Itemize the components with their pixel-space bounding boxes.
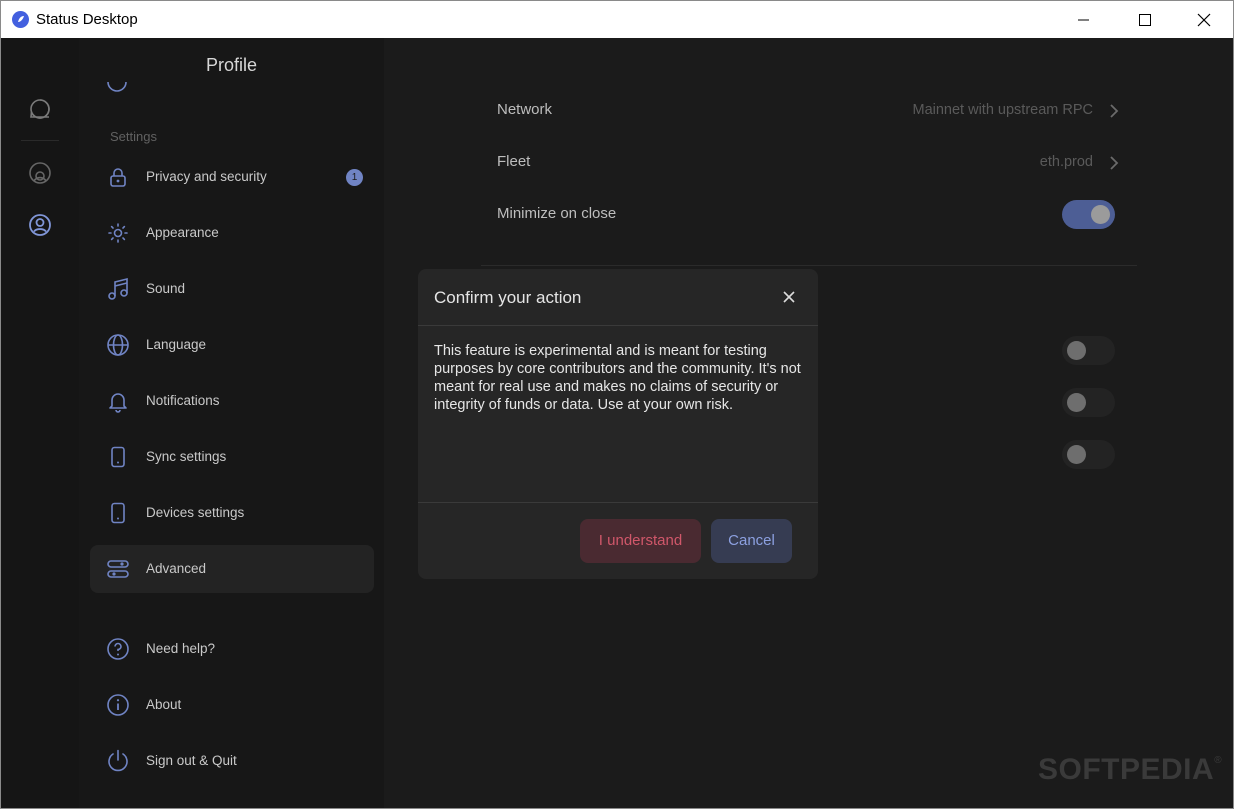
sidebar-title: Profile — [205, 55, 258, 75]
toggle-knob — [1067, 393, 1086, 412]
sun-icon — [106, 221, 130, 245]
sidebar-item-label: Advanced — [146, 561, 207, 576]
minimize-on-close-toggle[interactable] — [1062, 200, 1115, 229]
sidebar-item-privacy[interactable]: Privacy and security 1 — [90, 153, 374, 201]
app-window: Status Desktop Profile Settings Privacy … — [0, 0, 1234, 809]
profile-icon[interactable] — [27, 212, 53, 238]
sidebar-item-label: Privacy and security — [146, 169, 267, 184]
sidebar-item-label: Notifications — [146, 393, 220, 408]
app-rail — [1, 38, 79, 808]
sidebar-item-help[interactable]: Need help? — [90, 625, 374, 673]
window-title: Status Desktop — [36, 11, 138, 28]
settings-sidebar: Profile Settings Privacy and security 1 … — [79, 38, 384, 808]
phone-icon — [106, 445, 130, 469]
sidebar-item-appearance[interactable]: Appearance — [90, 209, 374, 257]
window-close-button[interactable] — [1175, 1, 1233, 38]
status-logo-icon — [12, 11, 29, 28]
chevron-right-icon[interactable] — [1108, 104, 1120, 118]
experimental-toggle-2[interactable] — [1062, 388, 1115, 417]
confirm-dialog: Confirm your action This feature is expe… — [418, 269, 818, 579]
globe-icon — [106, 333, 130, 357]
rail-divider — [21, 140, 59, 141]
power-icon — [106, 749, 130, 773]
minimize-button[interactable] — [1055, 1, 1113, 38]
experimental-toggle-1[interactable] — [1062, 336, 1115, 365]
partial-icon — [106, 82, 128, 94]
sidebar-item-label: Appearance — [146, 225, 219, 240]
sidebar-item-label: Language — [146, 337, 207, 352]
toggle-knob — [1067, 445, 1086, 464]
toggle-knob — [1091, 205, 1110, 224]
settings-section-label: Settings — [110, 129, 157, 144]
sidebar-item-sync[interactable]: Sync settings — [90, 433, 374, 481]
experimental-toggle-3[interactable] — [1062, 440, 1115, 469]
toggle-knob — [1067, 341, 1086, 360]
network-label: Network — [497, 101, 553, 118]
dialog-header-divider — [418, 325, 818, 326]
sidebar-item-label: Sign out & Quit — [146, 753, 237, 768]
i-understand-button[interactable]: I understand — [580, 519, 701, 563]
network-value[interactable]: Mainnet with upstream RPC — [912, 102, 1093, 118]
chat-icon[interactable] — [27, 96, 53, 122]
sidebar-item-sound[interactable]: Sound — [90, 265, 374, 313]
dialog-footer-divider — [418, 502, 818, 503]
sidebar-item-advanced[interactable]: Advanced — [90, 545, 374, 593]
lock-icon — [106, 165, 130, 189]
softpedia-watermark: SOFTPEDIA® — [1038, 753, 1222, 787]
sidebar-item-notifications[interactable]: Notifications — [90, 377, 374, 425]
sidebar-item-label: Devices settings — [146, 505, 245, 520]
help-circle-icon — [106, 637, 130, 661]
sidebar-item-sign-out[interactable]: Sign out & Quit — [90, 737, 374, 785]
dialog-title: Confirm your action — [434, 288, 582, 307]
fleet-value[interactable]: eth.prod — [1040, 154, 1093, 170]
watermark-text: SOFTPEDIA — [1038, 753, 1215, 786]
sliders-icon — [106, 557, 130, 581]
cancel-button[interactable]: Cancel — [711, 519, 792, 563]
sidebar-item-language[interactable]: Language — [90, 321, 374, 369]
notification-badge: 1 — [346, 169, 363, 186]
fleet-label: Fleet — [497, 153, 531, 170]
communities-icon[interactable] — [27, 160, 53, 186]
dialog-message: This feature is experimental and is mean… — [434, 343, 801, 413]
phone-icon — [106, 501, 130, 525]
close-icon[interactable] — [781, 289, 797, 305]
sidebar-item-label: Sound — [146, 281, 186, 296]
minimize-on-close-label: Minimize on close — [497, 205, 617, 222]
sidebar-item-label: Sync settings — [146, 449, 227, 464]
sidebar-item-label: About — [146, 697, 182, 712]
bell-icon — [106, 389, 130, 413]
music-note-icon — [106, 277, 130, 301]
sidebar-item-devices[interactable]: Devices settings — [90, 489, 374, 537]
title-bar: Status Desktop — [1, 1, 1233, 38]
sidebar-item-about[interactable]: About — [90, 681, 374, 729]
section-divider — [481, 265, 1137, 266]
maximize-button[interactable] — [1116, 1, 1174, 38]
sidebar-item-label: Need help? — [146, 641, 216, 656]
info-circle-icon — [106, 693, 130, 717]
watermark-mark: ® — [1214, 755, 1223, 766]
chevron-right-icon[interactable] — [1108, 156, 1120, 170]
